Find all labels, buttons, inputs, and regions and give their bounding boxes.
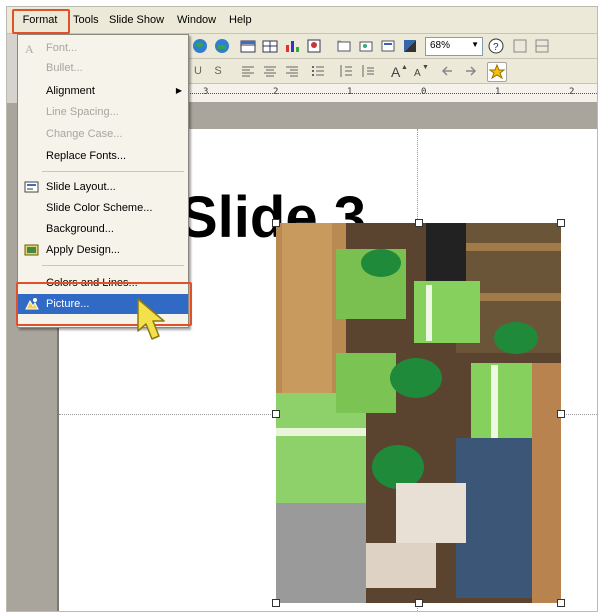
svg-text:A: A	[391, 64, 401, 80]
mouse-pointer-icon	[137, 298, 165, 340]
menu-help[interactable]: Help	[229, 12, 252, 28]
resize-handle-e[interactable]	[557, 410, 565, 418]
resize-handle-sw[interactable]	[272, 599, 280, 607]
menu-help-label: Help	[229, 14, 252, 26]
menu-window-label: Window	[177, 14, 217, 26]
slide-layout-icon	[24, 180, 39, 194]
ruler-dots	[185, 93, 597, 94]
grayscale-icon[interactable]	[401, 37, 419, 55]
underline-label: U	[194, 65, 202, 77]
increase-font-icon[interactable]: A▲	[389, 62, 408, 80]
slide-picture[interactable]	[276, 223, 561, 603]
menu-item-label: Replace Fonts...	[46, 150, 127, 162]
svg-text:▲: ▲	[401, 64, 407, 71]
help-icon[interactable]: ?	[487, 37, 505, 55]
insert-chart-icon[interactable]	[283, 37, 301, 55]
format-menu-highlight	[12, 9, 70, 34]
menu-separator	[42, 171, 184, 172]
new-slide-icon[interactable]	[335, 37, 353, 55]
ruler-tick: 1	[495, 87, 501, 97]
menu-item-label: Change Case...	[46, 128, 123, 140]
menu-window[interactable]: Window	[177, 12, 216, 28]
menu-tools[interactable]: Tools	[73, 12, 99, 28]
resize-handle-n[interactable]	[415, 219, 423, 227]
menu-item-label: Background...	[46, 223, 114, 235]
menu-item-label: Apply Design...	[46, 244, 120, 256]
horizontal-ruler: 3 2 1 0 1 2	[185, 84, 597, 103]
insert-clipart-icon[interactable]	[305, 37, 323, 55]
grid-icon[interactable]	[533, 37, 551, 55]
promote-icon[interactable]	[439, 62, 457, 80]
menu-separator	[42, 265, 184, 266]
align-left-icon[interactable]	[239, 62, 257, 80]
submenu-arrow-icon: ▶	[175, 86, 182, 95]
menu-item-label: Slide Layout...	[46, 181, 116, 193]
ruler-tick: 0	[421, 87, 427, 97]
menu-item-replace-fonts[interactable]: Replace Fonts...	[18, 146, 188, 166]
menu-item-label: Line Spacing...	[46, 106, 119, 118]
globe-icon[interactable]	[191, 37, 209, 55]
menu-item-label: Slide Color Scheme...	[46, 202, 153, 214]
menu-slide-show[interactable]: Slide Show	[109, 12, 164, 28]
animation-effects-icon[interactable]	[487, 62, 507, 82]
menu-item-line-spacing[interactable]: Line Spacing...	[18, 102, 188, 122]
menu-tools-label: Tools	[73, 14, 99, 26]
shadow-button[interactable]: S	[209, 62, 227, 80]
menu-bar: Format Tools Slide Show Window Help	[7, 7, 597, 34]
application-window: Format Tools Slide Show Window Help 68% …	[6, 6, 598, 612]
menu-item-label: Font...	[46, 42, 78, 54]
decrease-spacing-icon[interactable]	[359, 62, 377, 80]
photo-image	[276, 223, 561, 603]
bullets-icon[interactable]	[309, 62, 327, 80]
insert-table-icon[interactable]	[239, 37, 257, 55]
svg-text:▼: ▼	[422, 64, 429, 71]
align-right-icon[interactable]	[283, 62, 301, 80]
svg-text:A: A	[414, 68, 421, 79]
web-icon[interactable]	[213, 37, 231, 55]
zoom-value: 68%	[430, 40, 451, 51]
menu-item-apply-design[interactable]: Apply Design...	[18, 240, 188, 260]
menu-item-label: Alignment	[46, 85, 95, 97]
resize-handle-w[interactable]	[272, 410, 280, 418]
menu-item-background[interactable]: Background...	[18, 219, 188, 239]
decrease-font-icon[interactable]: A ▼	[411, 62, 429, 80]
resize-handle-nw[interactable]	[272, 219, 280, 227]
demote-icon[interactable]	[461, 62, 479, 80]
tables-borders-icon[interactable]	[261, 37, 279, 55]
menu-item-slide-layout[interactable]: Slide Layout...	[18, 177, 188, 197]
menu-item-slide-color-scheme[interactable]: Slide Color Scheme...	[18, 198, 188, 218]
standard-toolbar: 68% ▼ ?	[185, 34, 597, 59]
menu-item-bullet[interactable]: Bullet...	[18, 58, 188, 78]
svg-text:A: A	[25, 42, 34, 55]
apply-design-icon	[24, 243, 39, 257]
layout-icon[interactable]	[511, 37, 529, 55]
menu-item-alignment[interactable]: Alignment ▶	[18, 81, 188, 101]
resize-handle-s[interactable]	[415, 599, 423, 607]
ruler-tick: 3	[203, 87, 209, 97]
resize-handle-se[interactable]	[557, 599, 565, 607]
chevron-down-icon[interactable]: ▼	[471, 40, 479, 49]
shadow-label: S	[214, 65, 222, 77]
menu-item-label: Bullet...	[46, 62, 83, 74]
font-icon: A	[24, 41, 39, 56]
ruler-tick: 2	[569, 87, 575, 97]
align-center-icon[interactable]	[261, 62, 279, 80]
expand-all-icon[interactable]	[357, 37, 375, 55]
zoom-box[interactable]: 68% ▼	[425, 37, 483, 56]
menu-item-font[interactable]: A Font...	[18, 38, 188, 58]
increase-spacing-icon[interactable]	[337, 62, 355, 80]
ruler-tick: 1	[347, 87, 353, 97]
resize-handle-ne[interactable]	[557, 219, 565, 227]
svg-text:?: ?	[493, 42, 499, 53]
show-formatting-icon[interactable]	[379, 37, 397, 55]
ruler-tick: 2	[273, 87, 279, 97]
menu-item-change-case[interactable]: Change Case...	[18, 124, 188, 144]
menu-slide-show-label: Slide Show	[109, 14, 165, 26]
formatting-toolbar: U S A▲ A▼	[185, 59, 597, 84]
underline-button[interactable]: U	[189, 62, 207, 80]
